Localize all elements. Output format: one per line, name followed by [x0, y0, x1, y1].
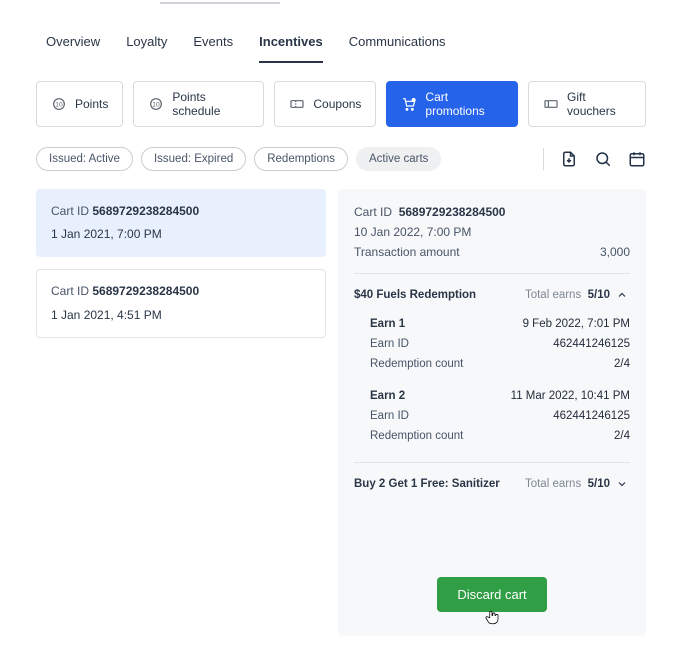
earn-id-value: 462441246125 — [553, 410, 630, 422]
promotion-item: $40 Fuels Redemption Total earns 5/10 Ea… — [354, 273, 630, 452]
earn-id-label: Earn ID — [370, 410, 409, 422]
subtab-points-schedule[interactable]: 10 Points schedule — [133, 81, 264, 127]
filters-row: Issued: Active Issued: Expired Redemptio… — [22, 127, 660, 171]
cart-id: 5689729238284500 — [92, 284, 199, 298]
filter-active-carts[interactable]: Active carts — [356, 147, 441, 171]
filter-issued-expired[interactable]: Issued: Expired — [141, 147, 246, 171]
cart-id-prefix: Cart ID — [51, 284, 89, 298]
tab-incentives[interactable]: Incentives — [259, 34, 323, 63]
promotion-header[interactable]: $40 Fuels Redemption Total earns 5/10 — [354, 288, 630, 308]
download-icon[interactable] — [560, 150, 578, 168]
subtab-points[interactable]: 10 Points — [36, 81, 123, 127]
earn-title: Earn 2 — [370, 390, 405, 402]
subtab-coupons-label: Coupons — [313, 97, 361, 111]
subtab-gift-vouchers[interactable]: Gift vouchers — [528, 81, 646, 127]
total-earns-value: 5/10 — [588, 289, 610, 301]
cart-detail-panel: Cart ID 5689729238284500 10 Jan 2022, 7:… — [338, 189, 646, 636]
points-schedule-icon: 10 — [148, 96, 164, 112]
promotion-name: Buy 2 Get 1 Free: Sanitizer — [354, 478, 500, 490]
points-icon: 10 — [51, 96, 67, 112]
earn-date: 11 Mar 2022, 10:41 PM — [511, 390, 630, 402]
cart-date: 1 Jan 2021, 4:51 PM — [51, 306, 311, 325]
cart-promotions-icon — [401, 96, 417, 112]
tab-loyalty[interactable]: Loyalty — [126, 34, 167, 63]
main-tabs: Overview Loyalty Events Incentives Commu… — [22, 0, 660, 63]
detail-cart-id: 5689729238284500 — [399, 205, 506, 219]
redemption-count-label: Redemption count — [370, 358, 463, 370]
chevron-up-icon — [616, 288, 630, 302]
discard-cart-label: Discard cart — [457, 587, 526, 602]
coupons-icon — [289, 96, 305, 112]
transaction-amount-label: Transaction amount — [354, 245, 460, 259]
cart-item[interactable]: Cart ID 5689729238284500 1 Jan 2021, 7:0… — [36, 189, 326, 257]
promotion-name: $40 Fuels Redemption — [354, 289, 476, 301]
filter-redemptions[interactable]: Redemptions — [254, 147, 348, 171]
redemption-count-value: 2/4 — [614, 358, 630, 370]
gift-vouchers-icon — [543, 96, 559, 112]
calendar-icon[interactable] — [628, 150, 646, 168]
cart-list: Cart ID 5689729238284500 1 Jan 2021, 7:0… — [36, 189, 326, 636]
cart-item[interactable]: Cart ID 5689729238284500 1 Jan 2021, 4:5… — [36, 269, 326, 337]
total-earns-value: 5/10 — [588, 478, 610, 490]
subtab-cart-promotions[interactable]: Cart promotions — [386, 81, 518, 127]
tools-divider — [543, 148, 544, 170]
tab-communications[interactable]: Communications — [349, 34, 446, 63]
earn-id-value: 462441246125 — [553, 338, 630, 350]
subtab-coupons[interactable]: Coupons — [274, 81, 376, 127]
search-icon[interactable] — [594, 150, 612, 168]
svg-text:10: 10 — [55, 102, 63, 109]
earn-date: 9 Feb 2022, 7:01 PM — [523, 318, 630, 330]
promotion-item: Buy 2 Get 1 Free: Sanitizer Total earns … — [354, 462, 630, 497]
cursor-hand-icon — [483, 608, 501, 626]
subtab-points-schedule-label: Points schedule — [172, 90, 249, 118]
chevron-down-icon — [616, 477, 630, 491]
total-earns-label: Total earns — [525, 478, 581, 490]
incentive-subtabs: 10 Points 10 Points schedule Coupons Car… — [22, 63, 660, 127]
discard-cart-button[interactable]: Discard cart — [437, 577, 546, 612]
tab-events[interactable]: Events — [193, 34, 233, 63]
transaction-amount-value: 3,000 — [600, 245, 630, 259]
redemption-count-label: Redemption count — [370, 430, 463, 442]
total-earns-label: Total earns — [525, 289, 581, 301]
redemption-count-value: 2/4 — [614, 430, 630, 442]
earn-list: Earn 1 9 Feb 2022, 7:01 PM Earn ID 4624412… — [354, 308, 630, 452]
earn-title: Earn 1 — [370, 318, 405, 330]
cart-id: 5689729238284500 — [92, 204, 199, 218]
detail-date: 10 Jan 2022, 7:00 PM — [354, 225, 471, 239]
detail-cart-id-label: Cart ID — [354, 205, 392, 219]
subtab-cart-promotions-label: Cart promotions — [425, 90, 503, 118]
filter-issued-active[interactable]: Issued: Active — [36, 147, 133, 171]
subtab-points-label: Points — [75, 97, 108, 111]
cart-id-prefix: Cart ID — [51, 204, 89, 218]
promotion-header[interactable]: Buy 2 Get 1 Free: Sanitizer Total earns … — [354, 477, 630, 497]
subtab-gift-vouchers-label: Gift vouchers — [567, 90, 631, 118]
cart-date: 1 Jan 2021, 7:00 PM — [51, 225, 311, 244]
tab-overview[interactable]: Overview — [46, 34, 100, 63]
svg-text:10: 10 — [153, 102, 161, 109]
earn-id-label: Earn ID — [370, 338, 409, 350]
